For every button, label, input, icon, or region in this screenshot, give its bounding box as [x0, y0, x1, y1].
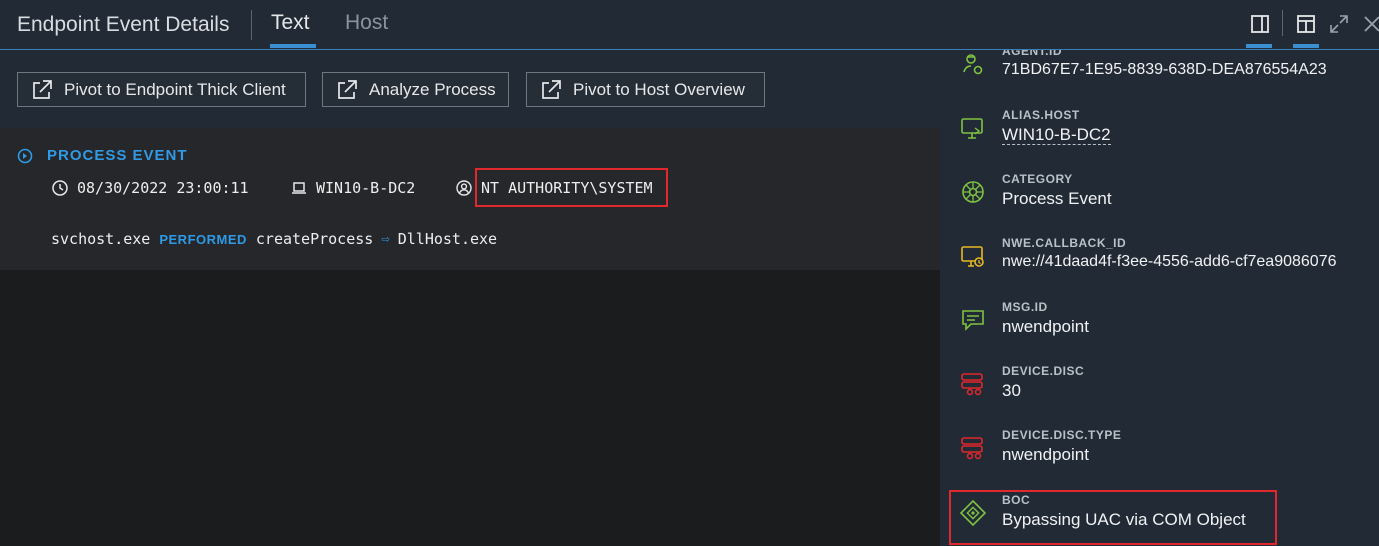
field-value: 71BD67E7-1E95-8839-638D-DEA876554A23	[1002, 61, 1327, 78]
pivot-endpoint-thick-client-button[interactable]: Pivot to Endpoint Thick Client	[17, 72, 306, 107]
field-label: AGENT.ID	[1002, 50, 1063, 58]
panel-title: Endpoint Event Details	[17, 13, 230, 36]
action-toolbar: Pivot to Endpoint Thick Client Analyze P…	[0, 50, 940, 128]
field-value: 30	[1002, 381, 1021, 400]
event-action: createProcess	[255, 230, 374, 248]
field-label: NWE.CALLBACK_ID	[1002, 236, 1127, 250]
external-link-icon	[542, 79, 561, 99]
agent-icon	[963, 54, 983, 75]
field-label: CATEGORY	[1002, 172, 1073, 186]
field-label: MSG.ID	[1002, 300, 1048, 314]
layout-icon[interactable]	[1294, 12, 1318, 36]
tab-text[interactable]: Text	[271, 11, 310, 35]
event-host: WIN10-B-DC2	[290, 179, 415, 197]
field-value: nwendpoint	[1002, 445, 1089, 464]
boc-highlight-box	[949, 490, 1277, 545]
field-device-disc-type: DEVICE.DISC.TYPE nwendpoint	[940, 428, 1379, 492]
field-label: ALIAS.HOST	[1002, 108, 1080, 122]
field-label: DEVICE.DISC.TYPE	[1002, 428, 1122, 442]
field-category: CATEGORY Process Event	[940, 172, 1379, 236]
device-disc-icon	[961, 373, 983, 396]
host-monitor-icon	[961, 118, 983, 139]
target-process[interactable]: DllHost.exe	[398, 230, 497, 248]
header-bar: Endpoint Event Details Text Host	[0, 0, 1379, 50]
laptop-icon	[292, 182, 306, 194]
host-value[interactable]: WIN10-B-DC2	[316, 179, 415, 197]
header-divider	[251, 10, 252, 40]
close-icon[interactable]	[1360, 12, 1379, 36]
tab-text-indicator	[270, 44, 316, 48]
event-text-panel: Pivot to Endpoint Thick Client Analyze P…	[0, 50, 940, 546]
clock-icon	[52, 180, 68, 196]
field-value: nwendpoint	[1002, 317, 1089, 336]
field-agent-id: AGENT.ID 71BD67E7-1E95-8839-638D-DEA8765…	[940, 50, 1379, 108]
device-disc-type-icon	[961, 437, 983, 460]
process-event-card: PROCESS EVENT 08/30/2022 23:00:11 WIN10-…	[0, 128, 940, 270]
layout-indicator	[1293, 44, 1319, 48]
field-nwe-callback-id: NWE.CALLBACK_ID nwe://41daad4f-f3ee-4556…	[940, 236, 1379, 300]
analyze-process-button[interactable]: Analyze Process	[322, 72, 509, 107]
event-type-title: PROCESS EVENT	[47, 147, 188, 164]
callback-icon	[961, 246, 984, 267]
panel-right-indicator	[1246, 44, 1272, 48]
panel-right-icon[interactable]	[1248, 12, 1272, 36]
field-value: nwe://41daad4f-f3ee-4556-add6-cf7ea90860…	[1002, 253, 1337, 270]
external-link-icon	[338, 79, 357, 99]
button-label: Pivot to Endpoint Thick Client	[64, 79, 286, 99]
field-label: DEVICE.DISC	[1002, 364, 1085, 378]
process-event-icon	[17, 148, 33, 164]
field-device-disc: DEVICE.DISC 30	[940, 364, 1379, 428]
external-link-icon	[33, 79, 52, 99]
button-label: Analyze Process	[369, 79, 496, 99]
pivot-host-overview-button[interactable]: Pivot to Host Overview	[526, 72, 765, 107]
message-icon	[962, 310, 984, 331]
performed-keyword: PERFORMED	[159, 231, 247, 247]
user-highlight-box	[475, 168, 668, 207]
tab-host[interactable]: Host	[345, 11, 388, 35]
field-msg-id: MSG.ID nwendpoint	[940, 300, 1379, 364]
event-description: svchost.exe PERFORMED createProcess ⇨ Dl…	[51, 230, 497, 248]
icon-divider	[1282, 10, 1283, 36]
source-process[interactable]: svchost.exe	[51, 230, 150, 248]
arrow-right-icon: ⇨	[381, 231, 390, 247]
field-value: Process Event	[1002, 189, 1112, 208]
event-timestamp: 08/30/2022 23:00:11	[51, 179, 249, 197]
expand-icon[interactable]	[1327, 12, 1351, 36]
field-value-link[interactable]: WIN10-B-DC2	[1002, 125, 1111, 145]
meta-fields-panel: AGENT.ID 71BD67E7-1E95-8839-638D-DEA8765…	[940, 50, 1379, 546]
category-wheel-icon	[962, 181, 984, 203]
timestamp-value: 08/30/2022 23:00:11	[77, 179, 249, 197]
field-alias-host: ALIAS.HOST WIN10-B-DC2	[940, 108, 1379, 172]
button-label: Pivot to Host Overview	[573, 79, 745, 99]
user-icon	[456, 180, 472, 196]
